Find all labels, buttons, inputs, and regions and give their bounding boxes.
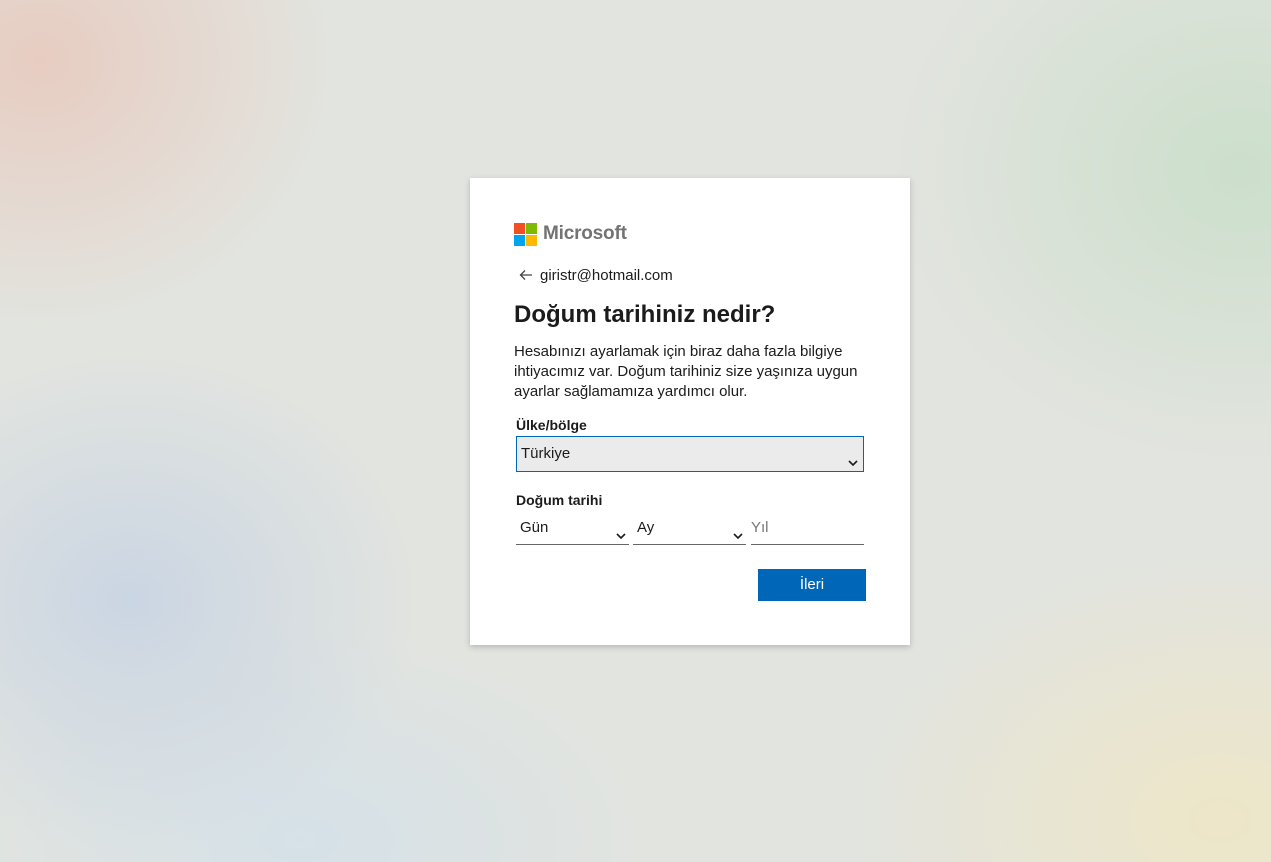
arrow-left-icon[interactable] (518, 267, 534, 283)
page-description: Hesabınızı ayarlamak için biraz daha faz… (514, 343, 858, 400)
birthdate-row: Gün Ay Yıl (516, 512, 864, 545)
identity-email: giristr@hotmail.com (540, 266, 673, 284)
birth-day-select[interactable]: Gün (516, 512, 629, 545)
microsoft-logo: Microsoft (514, 222, 866, 246)
birth-month-value: Ay (637, 519, 655, 536)
birth-month-select[interactable]: Ay (633, 512, 746, 545)
birth-year-input[interactable]: Yıl (751, 512, 864, 545)
birth-year-placeholder: Yıl (751, 519, 769, 536)
chevron-down-icon (732, 522, 744, 540)
logo-text: Microsoft (543, 223, 627, 244)
next-button[interactable]: İleri (758, 569, 866, 601)
signup-card: Microsoft giristr@hotmail.com Doğum tari… (470, 178, 910, 645)
chevron-down-icon (615, 522, 627, 540)
country-value: Türkiye (521, 445, 571, 462)
microsoft-logo-icon (514, 222, 537, 246)
birthdate-label: Doğum tarihi (516, 492, 603, 508)
chevron-down-icon (847, 448, 859, 467)
country-label: Ülke/bölge (516, 417, 587, 433)
page-title: Doğum tarihiniz nedir? (514, 301, 776, 328)
action-row: İleri (514, 569, 866, 601)
identity-banner: giristr@hotmail.com (514, 265, 866, 285)
country-select[interactable]: Türkiye (516, 436, 864, 472)
birth-day-value: Gün (520, 519, 549, 536)
